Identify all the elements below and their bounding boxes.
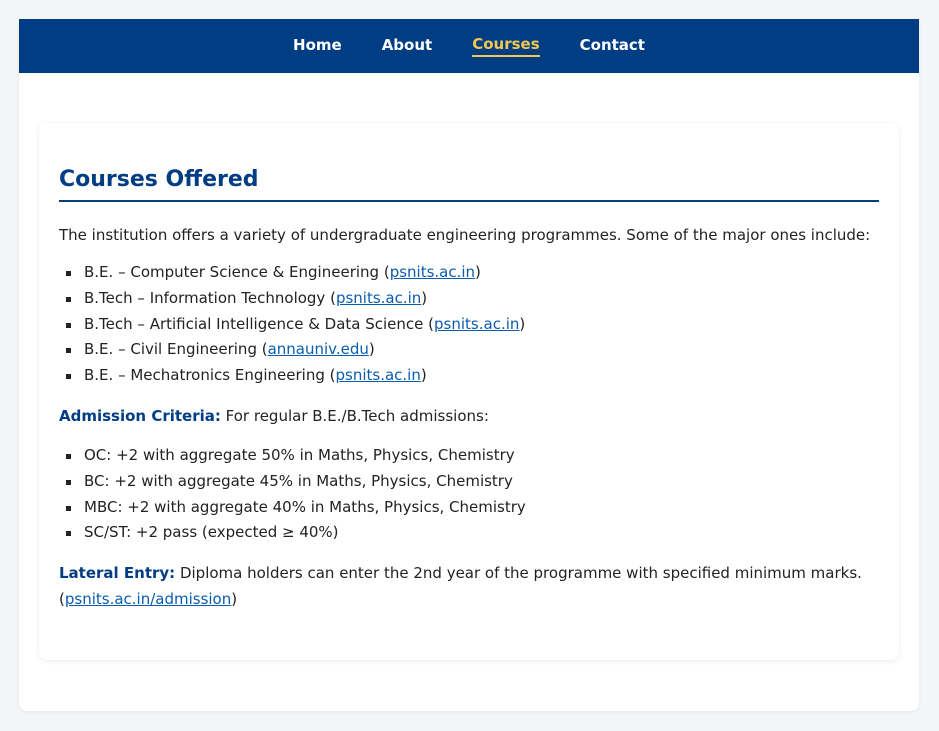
page-container: Home About Courses Contact Courses Offer… xyxy=(19,19,919,711)
nav-contact[interactable]: Contact xyxy=(580,36,645,56)
course-name: B.Tech – Information Technology xyxy=(84,288,326,307)
source-link[interactable]: psnits.ac.in xyxy=(434,315,519,333)
page-title: Courses Offered xyxy=(59,167,879,202)
lateral-paragraph: Lateral Entry: Diploma holders can enter… xyxy=(59,564,862,609)
source-link[interactable]: annauniv.edu xyxy=(268,340,369,358)
list-item: OC: +2 with aggregate 50% in Maths, Phys… xyxy=(59,443,879,469)
criteria-list: OC: +2 with aggregate 50% in Maths, Phys… xyxy=(59,443,879,546)
course-list: B.E. – Computer Science & Engineering (p… xyxy=(59,260,879,389)
admission-text: For regular B.E./B.Tech admissions: xyxy=(225,406,489,425)
list-item: B.Tech – Artificial Intelligence & Data … xyxy=(59,312,879,338)
lateral-label: Lateral Entry: xyxy=(59,564,176,583)
list-item: B.E. – Mechatronics Engineering (psnits.… xyxy=(59,363,879,389)
nav-home[interactable]: Home xyxy=(293,36,342,56)
list-item: SC/ST: +2 pass (expected ≥ 40%) xyxy=(59,520,879,546)
source-link[interactable]: psnits.ac.in/admission xyxy=(65,590,231,608)
source-link[interactable]: psnits.ac.in xyxy=(335,366,420,384)
content-card: Courses Offered The institution offers a… xyxy=(39,123,899,660)
course-name: B.Tech – Artificial Intelligence & Data … xyxy=(84,314,424,333)
source-link[interactable]: psnits.ac.in xyxy=(336,289,421,307)
course-name: B.E. – Mechatronics Engineering xyxy=(84,366,325,385)
course-name: B.E. – Civil Engineering xyxy=(84,340,257,359)
list-item: B.E. – Computer Science & Engineering (p… xyxy=(59,260,879,286)
intro-text: The institution offers a variety of unde… xyxy=(59,226,871,244)
top-navbar: Home About Courses Contact xyxy=(19,19,919,73)
course-name: B.E. – Computer Science & Engineering xyxy=(84,263,380,281)
lateral-text: Diploma holders can enter the 2nd year o… xyxy=(179,564,862,583)
nav-about[interactable]: About xyxy=(382,36,433,56)
source-link[interactable]: psnits.ac.in xyxy=(390,263,475,281)
admission-label: Admission Criteria: xyxy=(59,406,221,425)
list-item: BC: +2 with aggregate 45% in Maths, Phys… xyxy=(59,469,879,495)
list-item: B.Tech – Information Technology (psnits.… xyxy=(59,286,879,312)
admission-paragraph: Admission Criteria: For regular B.E./B.T… xyxy=(59,403,879,429)
list-item: B.E. – Civil Engineering (annauniv.edu) xyxy=(59,337,879,363)
nav-courses[interactable]: Courses xyxy=(472,35,540,57)
list-item: MBC: +2 with aggregate 40% in Maths, Phy… xyxy=(59,495,879,521)
